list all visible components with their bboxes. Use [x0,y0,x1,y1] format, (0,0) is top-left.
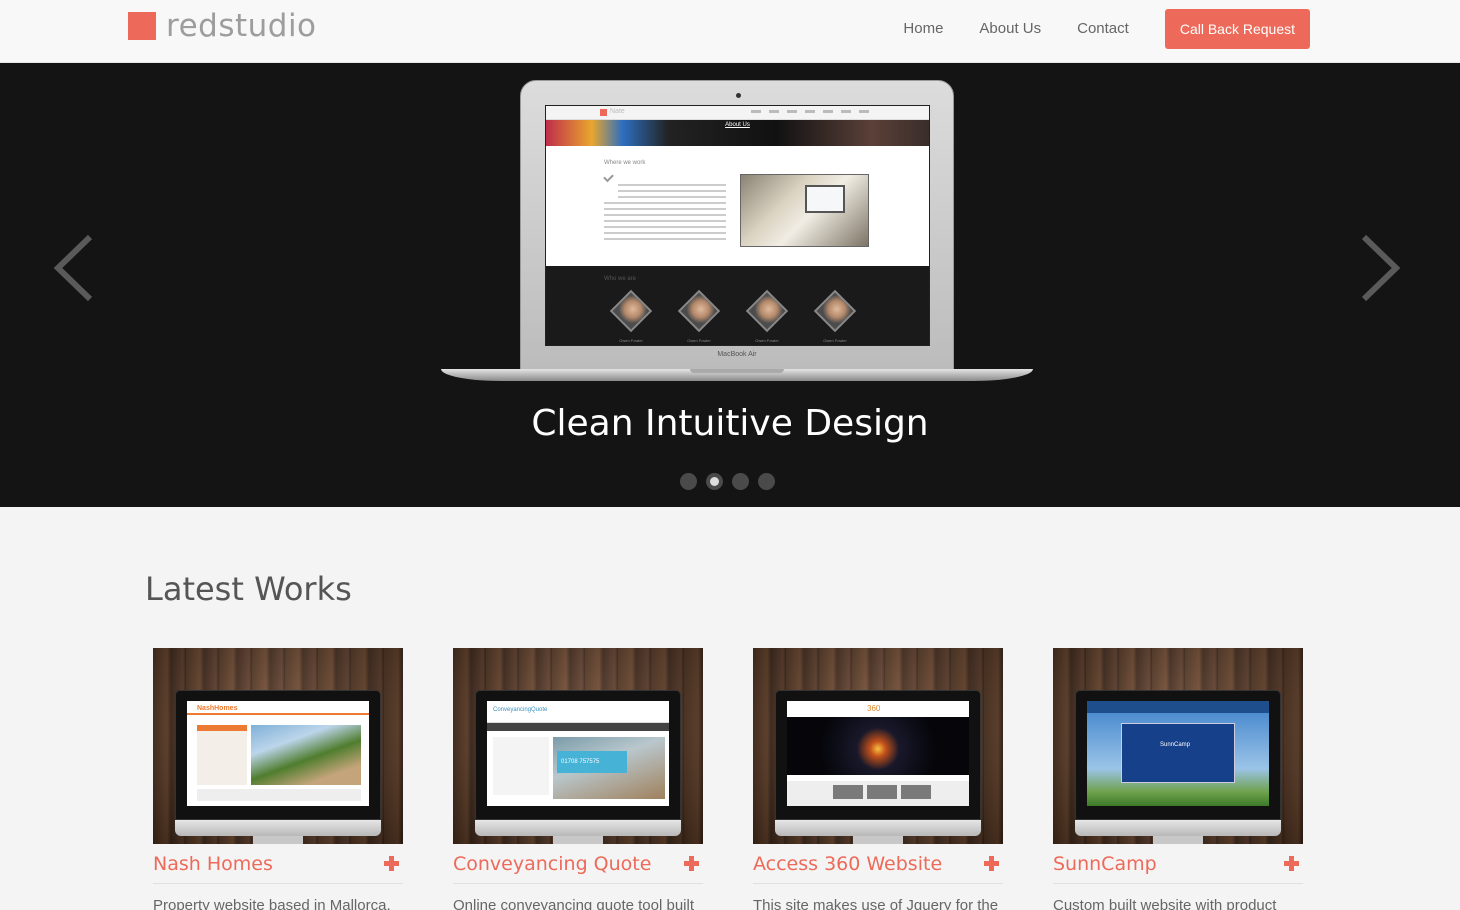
laptop-base [441,369,1033,381]
team-avatar [745,289,789,333]
mock-office-photo [740,174,869,247]
nav-contact[interactable]: Contact [1077,9,1129,49]
work-card-header: SunnCamp [1053,844,1303,884]
work-description: Property website based in Mallorca, [153,897,391,910]
team-avatar [813,289,857,333]
works-grid: NashHomes Nash Homes Property website ba… [153,648,1303,910]
team-avatar [609,289,653,333]
work-thumbnail[interactable]: ConveyancingQuote 01708 757575 [453,648,703,844]
mock-nav: Nate [546,106,929,120]
screen-logo: 360 [867,704,881,713]
laptop-brand: MacBook Air [717,351,757,358]
monitor-stand [1153,836,1203,844]
slider-dot-2[interactable] [706,473,723,490]
laptop-notch [690,369,784,373]
work-title[interactable]: Access 360 Website [753,853,942,875]
team-caption: Owen Fowler [687,338,711,343]
monitor-chin [775,820,981,836]
mock-banner: About Us [546,120,929,146]
logo[interactable]: redstudio [128,8,317,44]
screen-logo: SunnCamp [1160,742,1191,748]
hero-slider: Nate About Us Where we work Who we are O… [0,63,1460,507]
work-card-access-360: 360 Access 360 Website This site makes u… [753,648,1003,910]
mock-text-lines [604,184,726,244]
monitor-stand [553,836,603,844]
monitor-screen: 360 [787,701,969,806]
work-thumbnail[interactable]: SunnCamp [1053,648,1303,844]
main-nav: Home About Us Contact Call Back Request [903,9,1310,49]
mock-banner-title: About Us [725,122,750,128]
hero-caption: Clean Intuitive Design [531,403,929,444]
work-thumbnail[interactable]: 360 [753,648,1003,844]
mock-section-heading: Where we work [604,160,646,166]
plus-icon[interactable] [984,856,999,871]
monitor-chin [475,820,681,836]
chevron-left-icon[interactable] [52,233,96,303]
work-card-conveyancing-quote: ConveyancingQuote 01708 757575 Conveyanc… [453,648,703,910]
chevron-right-icon[interactable] [1358,233,1402,303]
team-caption: Owen Fowler [823,338,847,343]
mock-logo-icon [600,109,607,116]
latest-works-title: Latest Works [145,570,352,608]
slider-dot-1[interactable] [680,473,697,490]
slider-dots [680,473,775,490]
logo-mark-icon [128,12,156,40]
work-card-header: Conveyancing Quote [453,844,703,884]
mock-nav-links [751,110,869,113]
work-title[interactable]: Nash Homes [153,853,273,875]
work-thumbnail[interactable]: NashHomes [153,648,403,844]
work-card-sunncamp: SunnCamp SunnCamp Custom built website w… [1053,648,1303,910]
work-description: This site makes use of Jquery for the [753,897,999,910]
plus-icon[interactable] [684,856,699,871]
plus-icon[interactable] [1284,856,1299,871]
team-caption: Owen Fowler [619,338,643,343]
laptop-screen: Nate About Us Where we work Who we are O… [545,105,930,346]
monitor-mockup: NashHomes [175,690,381,820]
slider-dot-4[interactable] [758,473,775,490]
camera-icon [736,93,741,98]
monitor-screen: NashHomes [187,701,369,806]
work-title[interactable]: SunnCamp [1053,853,1157,875]
laptop-mockup: Nate About Us Where we work Who we are O… [520,80,954,370]
monitor-chin [1075,820,1281,836]
nav-home[interactable]: Home [903,9,943,49]
work-description: Online conveyancing quote tool built [453,897,694,910]
work-card-header: Nash Homes [153,844,403,884]
monitor-screen: SunnCamp [1087,701,1269,806]
mock-team-heading: Who we are [604,276,637,282]
mock-window [805,185,845,213]
work-description: Custom built website with product [1053,897,1277,910]
plus-icon[interactable] [384,856,399,871]
work-card-nash-homes: NashHomes Nash Homes Property website ba… [153,648,403,910]
team-caption: Owen Fowler [755,338,779,343]
mock-logo-text: Nate [610,108,625,115]
call-back-request-button[interactable]: Call Back Request [1164,9,1310,49]
check-icon [603,171,614,183]
screen-logo: NashHomes [197,705,238,712]
screen-logo: ConveyancingQuote [493,707,548,713]
monitor-mockup: ConveyancingQuote 01708 757575 [475,690,681,820]
work-card-header: Access 360 Website [753,844,1003,884]
monitor-chin [175,820,381,836]
team-avatar [677,289,721,333]
logo-text: redstudio [166,8,317,44]
slider-dot-3[interactable] [732,473,749,490]
screen-phone: 01708 757575 [557,751,627,773]
work-title[interactable]: Conveyancing Quote [453,853,651,875]
mock-team-section: Who we are Owen Fowler Owen Fowler Owen … [546,266,929,345]
mock-body: Where we work [546,146,929,266]
monitor-screen: ConveyancingQuote 01708 757575 [487,701,669,806]
nav-about-us[interactable]: About Us [979,9,1041,49]
monitor-stand [853,836,903,844]
site-header: redstudio Home About Us Contact Call Bac… [0,0,1460,63]
monitor-mockup: 360 [775,690,981,820]
monitor-stand [253,836,303,844]
monitor-mockup: SunnCamp [1075,690,1281,820]
